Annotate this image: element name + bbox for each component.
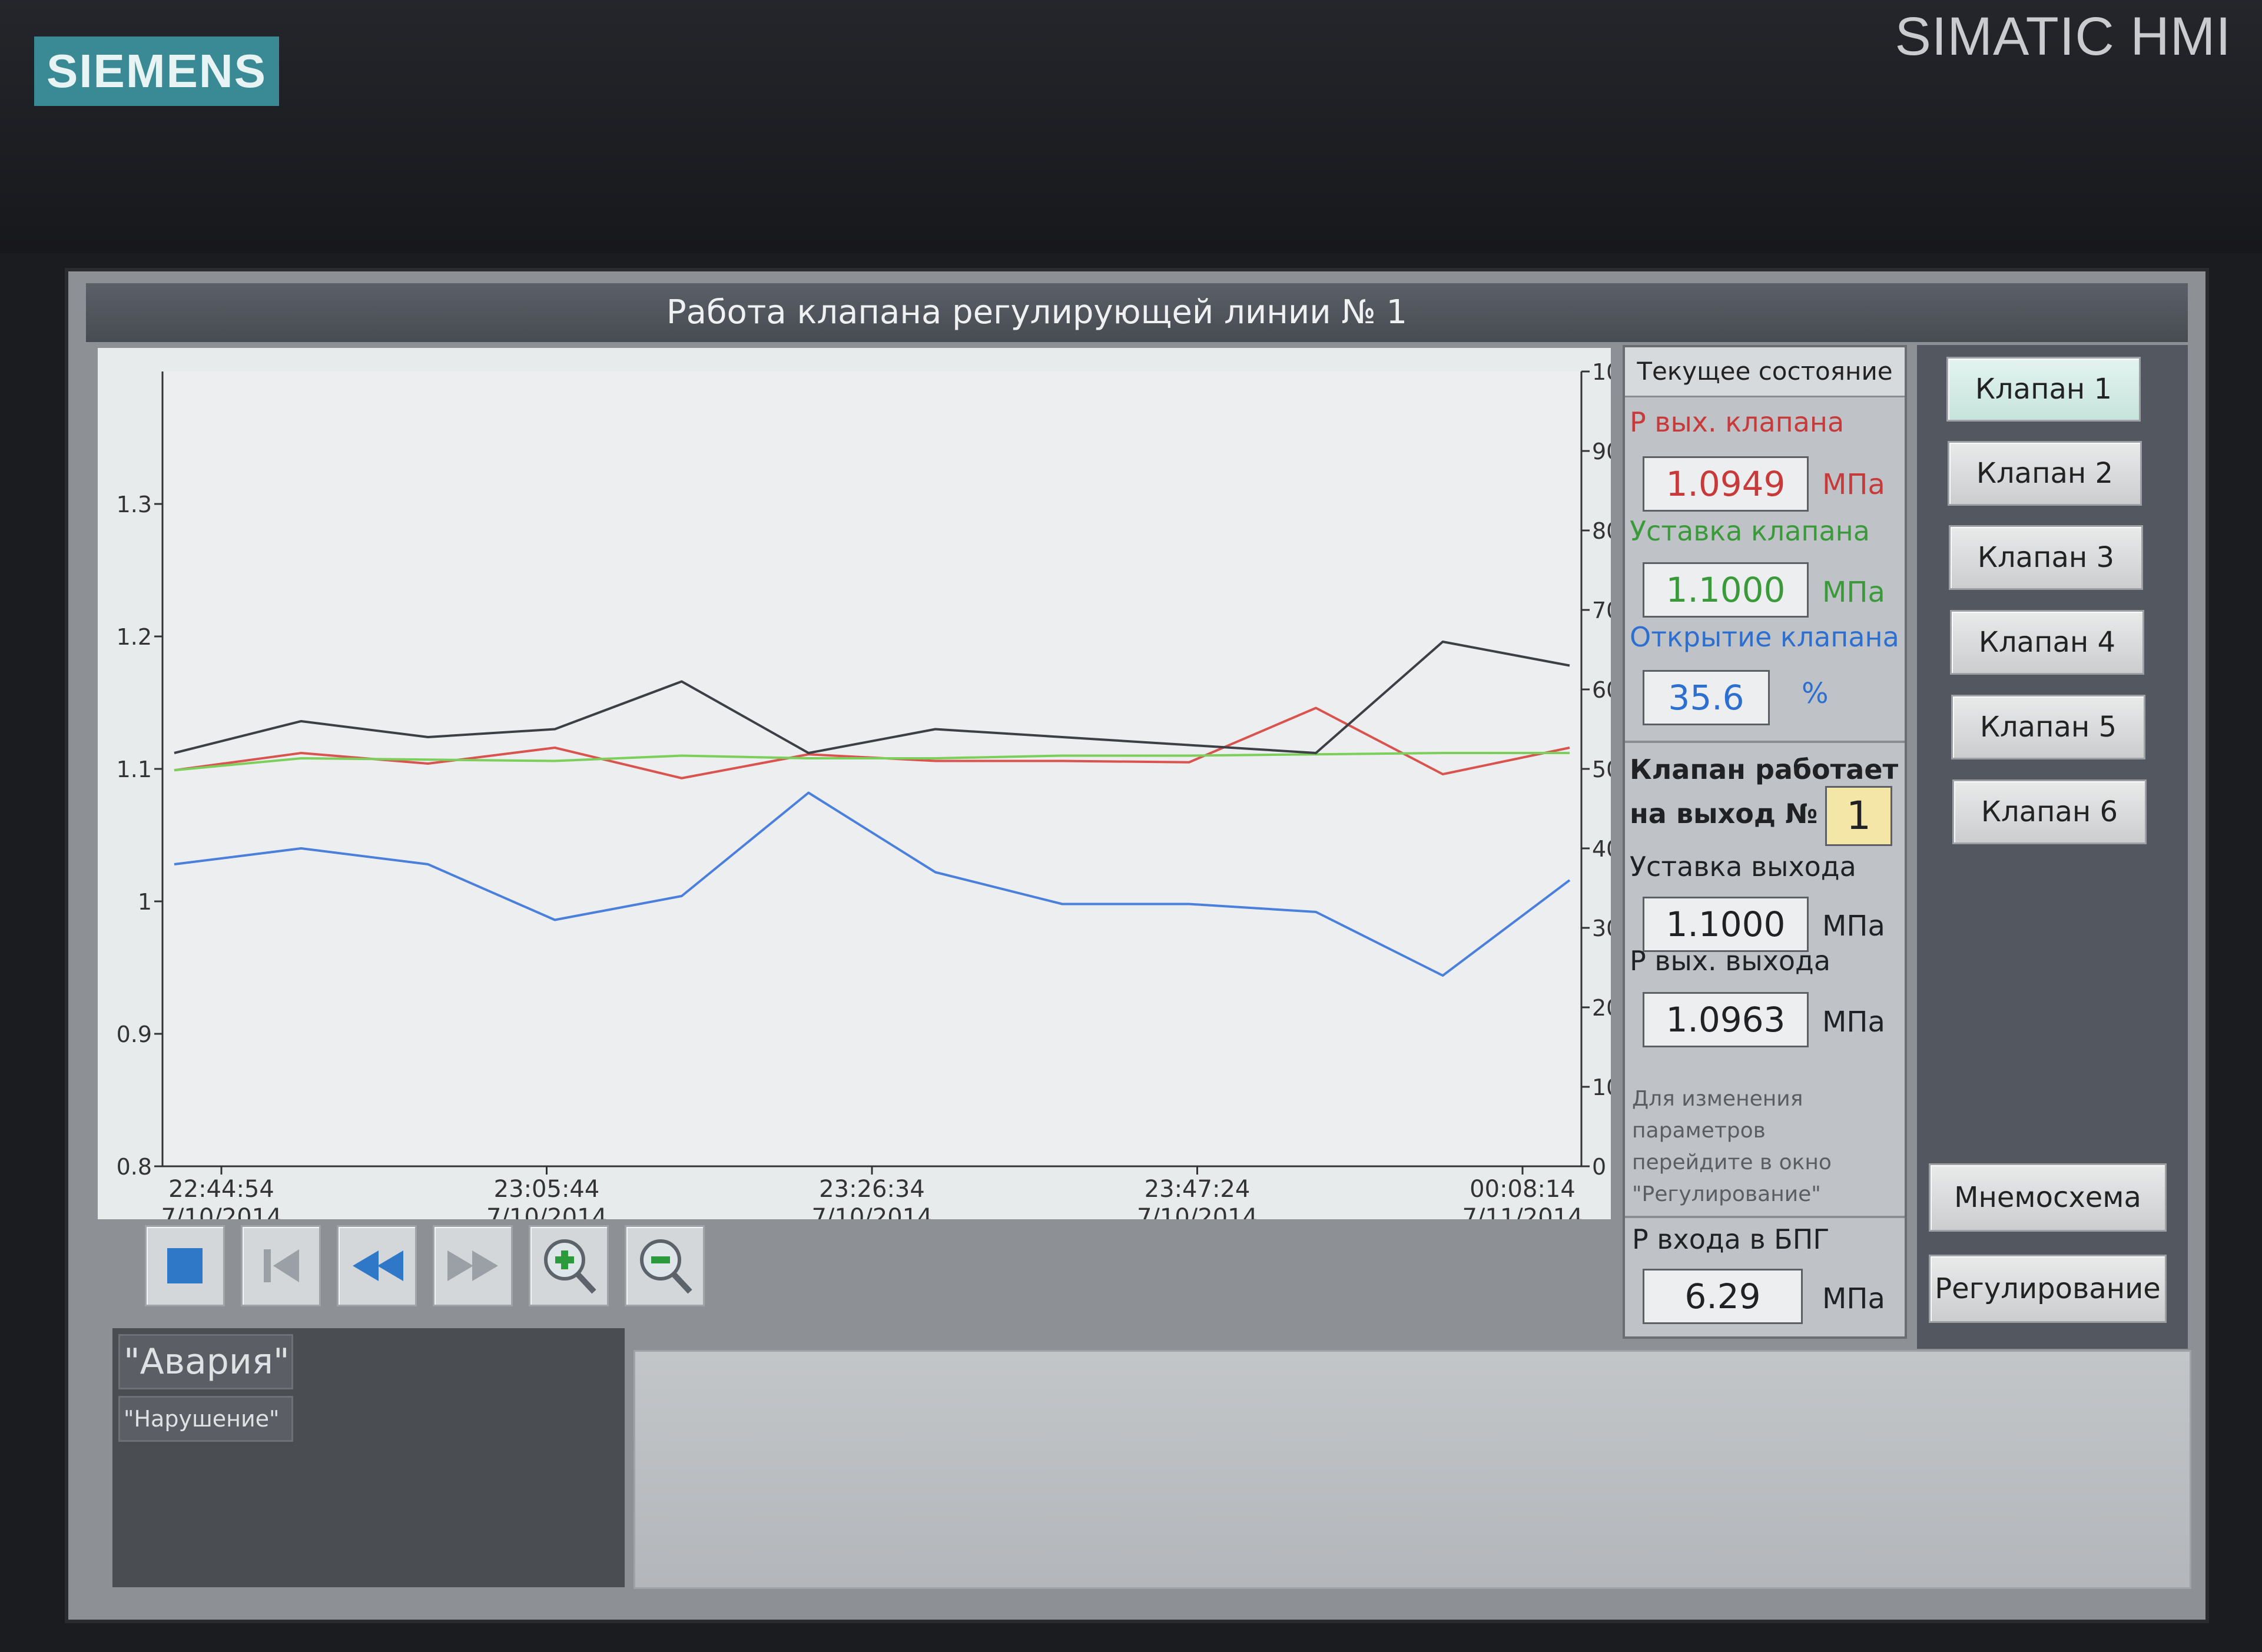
output-setpoint-value: 1.1000 [1643, 897, 1809, 952]
bpg-inlet-pressure-value: 6.29 [1643, 1269, 1803, 1324]
right-axis-tick-label: 100 [1592, 359, 1611, 385]
valve-pressure-label: Р вых. клапана [1630, 406, 1845, 438]
left-axis-tick-label: 0.9 [117, 1021, 152, 1047]
right-axis-tick-label: 50 [1592, 757, 1611, 782]
hint-line: "Регулирование" [1632, 1182, 1821, 1206]
valve-opening-value: 35.6 [1643, 670, 1770, 725]
title-bar: Работа клапана регулирующей линии № 1 [86, 283, 2188, 342]
left-axis-tick-label: 0.8 [117, 1154, 152, 1180]
date-label: 7/11/2014 [1462, 1204, 1583, 1219]
bpg-inlet-pressure-unit: МПа [1822, 1282, 1885, 1315]
forward-icon [447, 1250, 498, 1281]
right-axis-tick-label: 70 [1592, 598, 1611, 623]
zoom-out-button[interactable] [625, 1225, 705, 1306]
left-axis-tick-label: 1.2 [117, 624, 152, 650]
output-pressure-unit: МПа [1822, 1006, 1885, 1039]
page-title: Работа клапана регулирующей линии № 1 [666, 293, 1408, 331]
valve-3-button[interactable]: Клапан 3 [1949, 525, 2143, 590]
time-label: 00:08:14 [1470, 1176, 1576, 1203]
mnemonic-diagram-button[interactable]: Мнемосхема [1929, 1163, 2167, 1232]
model-label: SIMATIC HMI [1895, 6, 2231, 67]
valve-1-button[interactable]: Клапан 1 [1946, 357, 2141, 422]
valve-pressure-unit: МПа [1822, 468, 1885, 501]
valve-4-button[interactable]: Клапан 4 [1950, 610, 2144, 675]
forward-button[interactable] [433, 1225, 513, 1306]
valve-pressure-value: 1.0949 [1643, 456, 1809, 512]
alarm-label[interactable]: "Авария" [118, 1334, 293, 1389]
plot-area [162, 371, 1581, 1166]
hint-line: перейдите в окно [1632, 1150, 1832, 1175]
valve-opening-unit: % [1802, 677, 1829, 710]
hint-line: Для изменения [1632, 1087, 1803, 1111]
panel-title: Текущее состояние [1625, 347, 1905, 397]
to-start-button[interactable] [241, 1225, 321, 1306]
valve-opening-label: Открытие клапана [1630, 621, 1899, 653]
divider [1625, 1216, 1905, 1218]
valve-setpoint-unit: МПа [1822, 576, 1885, 609]
left-axis-tick-label: 1 [138, 889, 152, 915]
valve-2-button[interactable]: Клапан 2 [1948, 441, 2142, 506]
output-pressure-value: 1.0963 [1643, 992, 1809, 1047]
date-label: 7/10/2014 [486, 1204, 607, 1219]
warning-label[interactable]: "Нарушение" [118, 1396, 293, 1442]
time-label: 23:26:34 [819, 1176, 925, 1203]
date-label: 7/10/2014 [161, 1204, 281, 1219]
date-label: 7/10/2014 [1137, 1204, 1258, 1219]
zoom-out-icon [640, 1239, 692, 1294]
right-axis-tick-label: 20 [1592, 995, 1611, 1021]
valve-5-button[interactable]: Клапан 5 [1951, 695, 2145, 759]
output-setpoint-unit: МПа [1822, 910, 1885, 943]
right-axis-tick-label: 90 [1592, 439, 1611, 465]
right-axis-tick-label: 30 [1592, 915, 1611, 941]
siemens-logo: SIEMENS [34, 37, 279, 106]
left-axis-tick-label: 1.3 [117, 492, 152, 518]
valve-works-label: Клапан работает [1630, 754, 1899, 785]
navigation-panel: Клапан 1 Клапан 2 Клапан 3 Клапан 4 Клап… [1917, 345, 2188, 1349]
valve-setpoint-label: Уставка клапана [1630, 515, 1870, 547]
right-axis-tick-label: 0 [1592, 1154, 1606, 1180]
date-label: 7/10/2014 [811, 1204, 932, 1219]
output-number-label: на выход № [1630, 798, 1818, 830]
to-start-icon [264, 1249, 299, 1282]
valve-6-button[interactable]: Клапан 6 [1952, 779, 2147, 844]
hmi-screen: Работа клапана регулирующей линии № 1 1.… [65, 268, 2209, 1623]
time-label: 23:05:44 [494, 1176, 600, 1203]
hint-text: Для изменения параметров перейдите в окн… [1632, 1083, 1832, 1210]
trend-chart: 1.31.21.110.90.8100908070605040302010022… [117, 359, 1611, 1219]
rewind-icon [353, 1250, 403, 1281]
message-area [634, 1350, 2191, 1589]
current-state-panel: Текущее состояние Р вых. клапана 1.0949 … [1623, 345, 1907, 1339]
output-number-value: 1 [1825, 786, 1892, 846]
left-axis-tick-label: 1.1 [117, 757, 152, 782]
stop-icon [167, 1248, 203, 1283]
zoom-in-button[interactable] [529, 1225, 609, 1306]
time-label: 23:47:24 [1145, 1176, 1251, 1203]
divider [1625, 741, 1905, 743]
right-axis-tick-label: 40 [1592, 836, 1611, 862]
regulation-button[interactable]: Регулирование [1929, 1255, 2167, 1323]
rewind-button[interactable] [337, 1225, 417, 1306]
hmi-bezel: SIEMENS SIMATIC HMI [0, 0, 2262, 253]
output-pressure-label: Р вых. выхода [1630, 945, 1831, 977]
time-label: 22:44:54 [168, 1176, 274, 1203]
alarm-indicator-panel: "Авария" "Нарушение" [112, 1328, 625, 1587]
bpg-inlet-pressure-label: Р входа в БПГ [1632, 1223, 1830, 1255]
valve-setpoint-value: 1.1000 [1643, 562, 1809, 618]
zoom-in-icon [544, 1239, 596, 1294]
trend-view[interactable]: 1.31.21.110.90.8100908070605040302010022… [98, 348, 1611, 1306]
right-axis-tick-label: 80 [1592, 518, 1611, 544]
right-axis-tick-label: 10 [1592, 1074, 1611, 1100]
stop-button[interactable] [145, 1225, 225, 1306]
hint-line: параметров [1632, 1119, 1766, 1143]
right-axis-tick-label: 60 [1592, 677, 1611, 703]
output-setpoint-label: Уставка выхода [1630, 851, 1856, 883]
